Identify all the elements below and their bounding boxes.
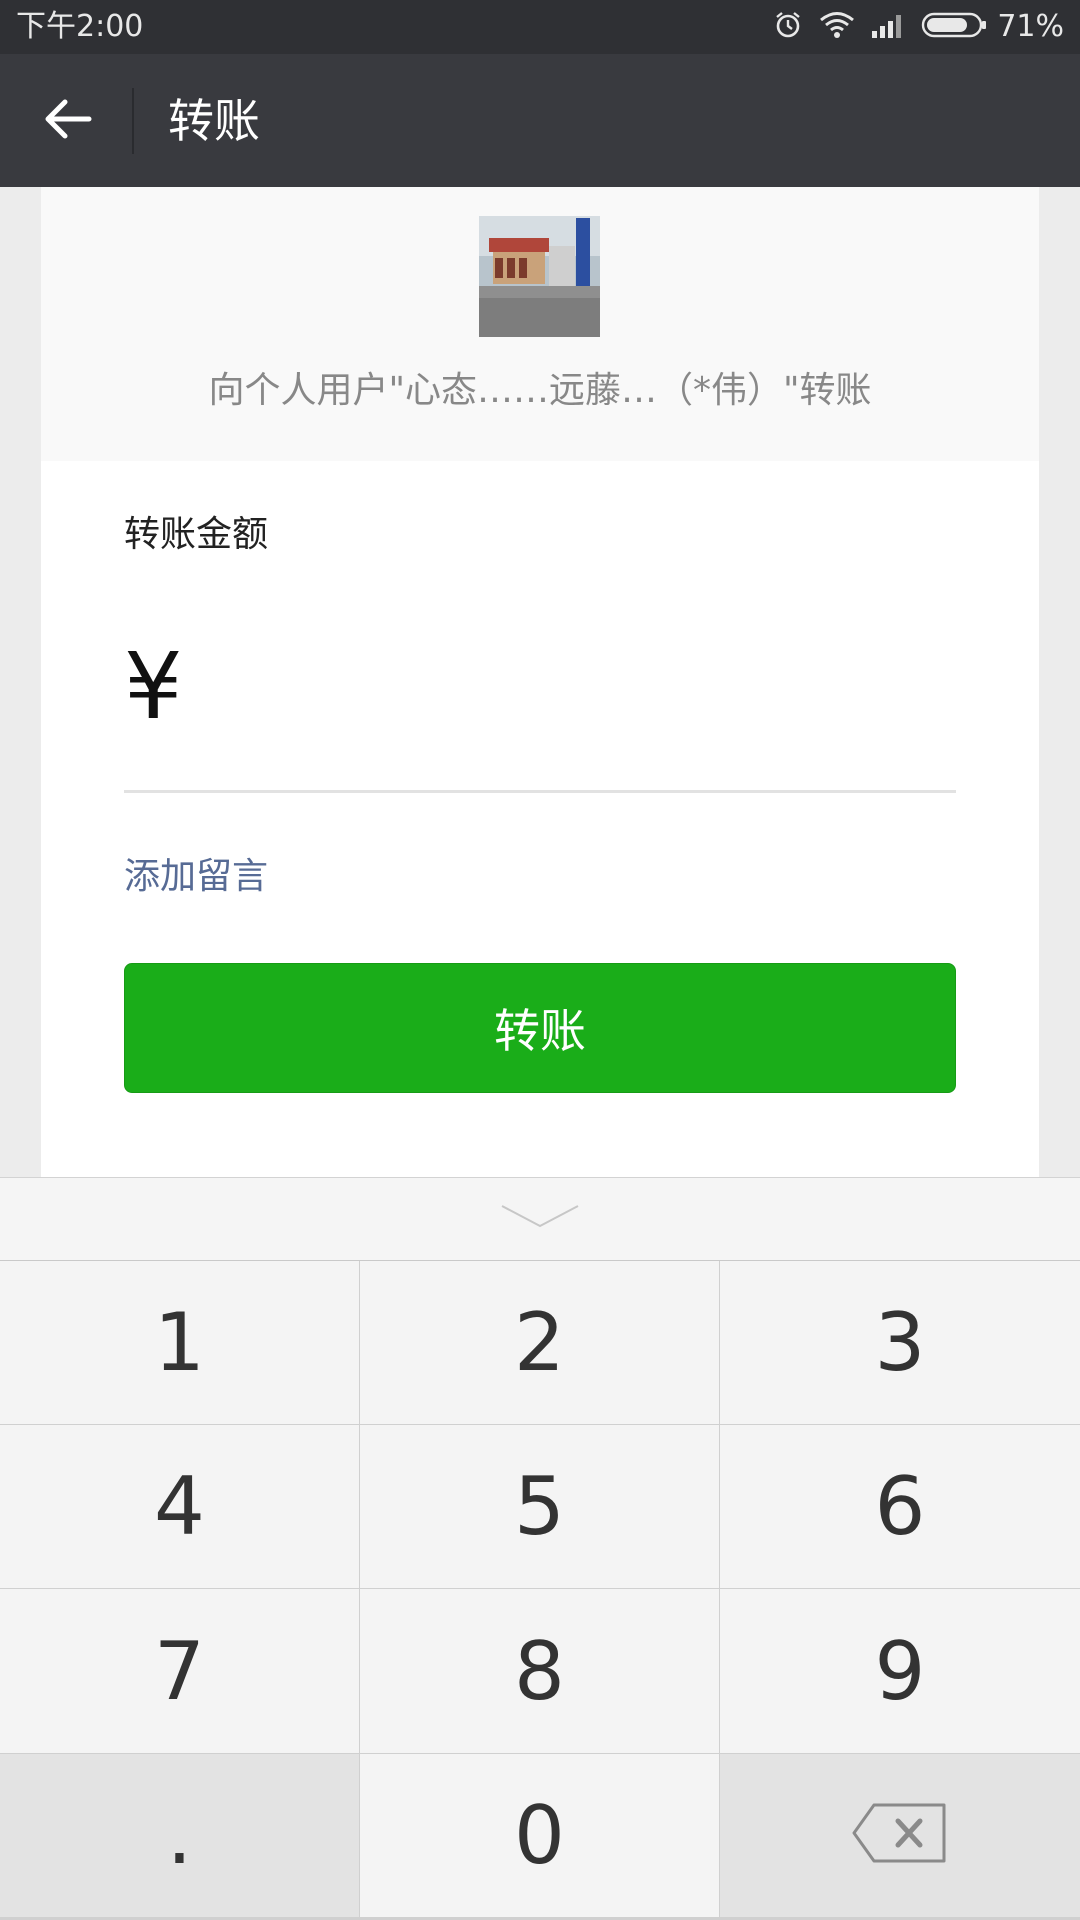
wifi-icon — [819, 10, 855, 44]
battery-icon — [921, 11, 987, 43]
keypad: 1 2 3 4 5 6 7 8 9 . 0 — [0, 1261, 1080, 1920]
key-backspace[interactable] — [720, 1754, 1080, 1917]
key-1[interactable]: 1 — [0, 1261, 359, 1424]
status-time: 下午2:00 — [16, 9, 144, 44]
amount-input[interactable] — [194, 637, 948, 749]
key-4[interactable]: 4 — [0, 1425, 359, 1588]
avatar — [479, 216, 600, 337]
key-8[interactable]: 8 — [360, 1589, 719, 1753]
amount-underline — [124, 790, 956, 793]
arrow-left-icon — [43, 97, 93, 145]
add-note-link[interactable]: 添加留言 — [124, 854, 268, 900]
title-divider — [132, 88, 134, 154]
backspace-icon — [852, 1789, 948, 1882]
title-bar: 转账 — [0, 54, 1080, 187]
key-6[interactable]: 6 — [720, 1425, 1080, 1588]
alarm-icon — [773, 10, 803, 44]
transfer-card: 向个人用户"心态……远藤…（*伟）"转账 转账金额 ¥ 添加留言 转账 — [41, 187, 1039, 1177]
transfer-button[interactable]: 转账 — [124, 963, 956, 1093]
key-2[interactable]: 2 — [360, 1261, 719, 1424]
key-decimal[interactable]: . — [0, 1754, 359, 1917]
keyboard-collapse-button[interactable] — [0, 1177, 1080, 1260]
payee-description: 向个人用户"心态……远藤…（*伟）"转账 — [208, 370, 872, 411]
payee-section: 向个人用户"心态……远藤…（*伟）"转账 — [41, 187, 1039, 461]
page-title: 转账 — [168, 94, 260, 148]
chevron-down-icon — [500, 1204, 580, 1234]
battery-percent: 71% — [997, 9, 1064, 44]
key-5[interactable]: 5 — [360, 1425, 719, 1588]
currency-symbol: ¥ — [124, 633, 183, 740]
status-icons: 71% — [757, 9, 1064, 45]
status-bar: 下午2:00 71% — [0, 0, 1080, 54]
amount-label: 转账金额 — [124, 514, 269, 555]
back-button[interactable] — [30, 83, 106, 159]
key-7[interactable]: 7 — [0, 1589, 359, 1753]
amount-field: ¥ — [124, 627, 956, 777]
key-9[interactable]: 9 — [720, 1589, 1080, 1753]
signal-icon — [871, 11, 905, 43]
key-3[interactable]: 3 — [720, 1261, 1080, 1424]
key-0[interactable]: 0 — [360, 1754, 719, 1917]
numeric-keyboard: 1 2 3 4 5 6 7 8 9 . 0 — [0, 1177, 1080, 1920]
